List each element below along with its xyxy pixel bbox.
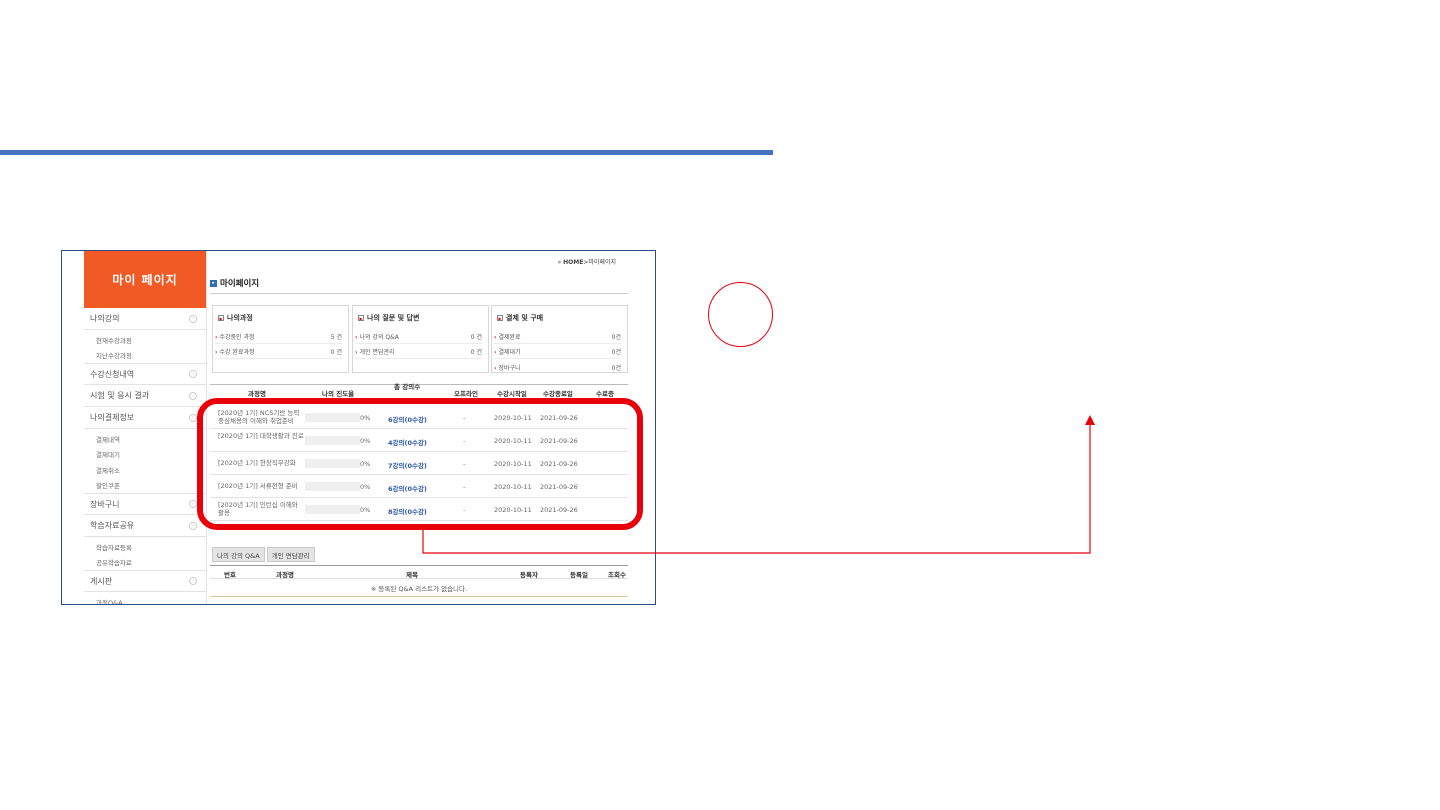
slide-header-rule xyxy=(0,150,773,155)
qa-tabs: 나의 강의 Q&A 개인 면담관리 xyxy=(212,547,315,562)
sidebar-sub-payment-cancel[interactable]: 결제취소 xyxy=(84,462,206,478)
highlight-box xyxy=(197,398,643,530)
page-title: ▸ 마이페이지 xyxy=(210,277,259,289)
chevron-icon: › xyxy=(189,413,197,422)
sidebar-sub-payment-pending[interactable]: 결제대기 xyxy=(84,447,206,463)
play-icon: ▶ xyxy=(218,315,224,321)
sidebar: 마이 페이지 나의강의 › 현재수강과정 지난수강과정 수강신청내역 › 시험 및 … xyxy=(84,251,207,604)
sidebar-sub-current-courses[interactable]: 현재수강과정 xyxy=(84,332,206,348)
breadcrumb-home[interactable]: HOME xyxy=(563,259,583,266)
summary-box-my-courses: ▶나의과정 수강중인 과정5 건 수강 완료과정0 건 xyxy=(212,305,349,373)
sidebar-item-payment-info[interactable]: 나의결제정보 › xyxy=(84,407,206,429)
chevron-icon: › xyxy=(189,577,197,585)
sidebar-item-enrollment-history[interactable]: 수강신청내역 › xyxy=(84,363,206,385)
play-icon: ▶ xyxy=(497,315,503,321)
summary-box-qa: ▶나의 질문 및 답변 나의 강의 Q&A0 건 개인 면담관리0 건 xyxy=(352,305,489,373)
sidebar-sub-course-qa[interactable]: 과정Q&A xyxy=(84,594,206,604)
sidebar-item-cart[interactable]: 장바구니 › xyxy=(84,493,206,515)
play-icon: ▶ xyxy=(358,315,364,321)
chevron-icon: › xyxy=(189,521,197,530)
sidebar-sub-material-register[interactable]: 학습자료등록 xyxy=(84,539,206,555)
summary-row[interactable]: 결제완료0건 xyxy=(494,330,621,344)
sidebar-item-board[interactable]: 게시판 › xyxy=(84,570,206,592)
summary-row[interactable]: 결제대기0건 xyxy=(494,345,621,359)
sidebar-sub-past-courses[interactable]: 지난수강과정 xyxy=(84,348,206,364)
chevron-icon: › xyxy=(189,500,197,508)
sidebar-item-material-share[interactable]: 학습자료공유 › xyxy=(84,515,206,537)
summary-row[interactable]: 수강중인 과정5 건 xyxy=(215,330,342,344)
chevron-icon: › xyxy=(189,370,197,378)
sidebar-sub-payment-history[interactable]: 결제내역 xyxy=(84,431,206,447)
breadcrumb: » HOME>마이페이지 xyxy=(557,259,616,266)
summary-box-payment: ▶결제 및 구매 결제완료0건 결제대기0건 장바구니0건 xyxy=(491,305,628,373)
sidebar-sub-shared-materials[interactable]: 공유학습자료 xyxy=(84,555,206,571)
summary-row[interactable]: 개인 면담관리0 건 xyxy=(355,345,482,359)
qa-table-header: 번호 과정명 제목 등록자 등록일 조회수 xyxy=(210,565,628,579)
chevron-icon: › xyxy=(189,391,197,400)
tab-personal-consult[interactable]: 개인 면담관리 xyxy=(266,547,315,562)
qa-empty-message: ※ 등록된 Q&A 리스트가 없습니다. xyxy=(210,581,628,597)
summary-row[interactable]: 장바구니0건 xyxy=(494,360,621,374)
course-table-header: 과정명 나의 진도율 총 강의수 오프라인 수강시작일 수강종료일 수료증 xyxy=(210,383,628,398)
summary-row[interactable]: 나의 강의 Q&A0 건 xyxy=(355,330,482,344)
summary-row[interactable]: 수강 완료과정0 건 xyxy=(215,345,342,359)
breadcrumb-current: 마이페이지 xyxy=(588,259,616,266)
sidebar-title: 마이 페이지 xyxy=(84,251,206,308)
sidebar-item-exam-results[interactable]: 시험 및 응시 결과 › xyxy=(84,385,206,407)
sidebar-item-my-lectures[interactable]: 나의강의 › xyxy=(84,308,206,330)
mypage-screenshot: 마이 페이지 나의강의 › 현재수강과정 지난수강과정 수강신청내역 › 시험 및 … xyxy=(61,250,656,605)
callout-circle xyxy=(708,282,773,347)
bullet-icon: ▸ xyxy=(210,279,217,287)
title-divider xyxy=(210,293,628,294)
tab-my-lecture-qa[interactable]: 나의 강의 Q&A xyxy=(212,547,265,562)
sidebar-sub-coupons[interactable]: 할인쿠폰 xyxy=(84,478,206,494)
chevron-icon: › xyxy=(189,314,197,323)
